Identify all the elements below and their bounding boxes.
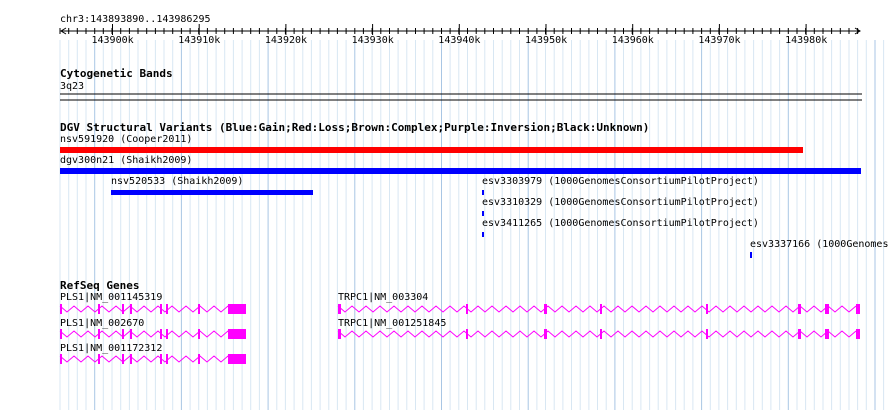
gene-exon[interactable] [98, 304, 100, 314]
ruler-tick-label: 143930k [351, 35, 394, 46]
gene-exon[interactable] [228, 354, 246, 364]
gene-exon[interactable] [198, 354, 200, 364]
gene-exon[interactable] [544, 329, 547, 339]
refseq-track-title: RefSeq Genes [60, 279, 140, 292]
gene-exon[interactable] [166, 329, 168, 339]
gene-exon[interactable] [466, 304, 468, 314]
gene-exon[interactable] [166, 354, 168, 364]
gene-exon[interactable] [338, 329, 341, 339]
gene-exon[interactable] [60, 354, 62, 364]
ruler-tick-label: 143980k [785, 35, 828, 46]
gene-exon[interactable] [600, 304, 602, 314]
cytoband-track [60, 93, 862, 101]
gene-exon[interactable] [825, 329, 829, 339]
gene-pls1-nm002670[interactable] [59, 329, 246, 339]
dgv-feature-esv3303979[interactable] [482, 190, 484, 195]
ruler-tick-label: 143970k [698, 35, 741, 46]
refseq-track[interactable] [59, 304, 860, 364]
dgv-feature-esv3411265[interactable] [482, 232, 484, 237]
gene-exon[interactable] [228, 329, 246, 339]
ruler-location: chr3:143893890..143986295 [60, 14, 211, 25]
cytoband-track-title: Cytogenetic Bands [60, 67, 173, 80]
gene-exon[interactable] [856, 329, 860, 339]
gene-exon[interactable] [60, 304, 62, 314]
gene-exon[interactable] [160, 329, 162, 339]
gene-exon[interactable] [228, 304, 246, 314]
gene-exon[interactable] [856, 304, 860, 314]
gene-exon[interactable] [122, 304, 124, 314]
dgv-feature-esv3337166[interactable] [750, 252, 752, 258]
gene-exon[interactable] [544, 304, 547, 314]
gene-exon[interactable] [98, 329, 100, 339]
ruler-tick-label: 143920k [264, 35, 308, 46]
gene-label-pls1-nm002670[interactable]: PLS1|NM_002670 [60, 318, 144, 330]
dgv-track-title: DGV Structural Variants (Blue:Gain;Red:L… [60, 121, 650, 134]
gene-label-pls1-nm001145319[interactable]: PLS1|NM_001145319 [60, 292, 162, 304]
gene-label-pls1-nm001172312[interactable]: PLS1|NM_001172312 [60, 343, 162, 355]
gene-trpc1-nm001251845[interactable] [337, 329, 860, 339]
dgv-feature-nsv520533[interactable] [111, 190, 313, 195]
gene-exon[interactable] [600, 329, 602, 339]
gene-exon[interactable] [122, 329, 124, 339]
gene-exon[interactable] [60, 329, 62, 339]
gene-exon[interactable] [98, 354, 100, 364]
gene-exon[interactable] [798, 304, 801, 314]
dgv-feature-nsv591920[interactable] [60, 147, 803, 153]
gene-intron-line [59, 355, 243, 363]
gene-pls1-nm001172312[interactable] [59, 354, 246, 364]
dgv-label-esv3310329[interactable]: esv3310329 (1000GenomesConsortiumPilotPr… [482, 197, 759, 209]
ruler-tick-label: 143940k [438, 35, 481, 46]
dgv-feature-dgv300n21[interactable] [60, 168, 861, 174]
gene-intron-line [59, 330, 243, 338]
gene-exon[interactable] [338, 304, 341, 314]
gene-exon[interactable] [798, 329, 801, 339]
ruler-tick-label: 143910k [178, 35, 221, 46]
dgv-label-dgv300n21[interactable]: dgv300n21 (Shaikh2009) [60, 155, 192, 167]
gene-label-trpc1-nm003304[interactable]: TRPC1|NM_003304 [338, 292, 428, 304]
gene-intron-line [59, 305, 243, 313]
gene-exon[interactable] [122, 354, 124, 364]
gene-exon[interactable] [130, 354, 132, 364]
gene-exon[interactable] [198, 329, 200, 339]
ruler-tick-label: 143900k [91, 35, 134, 46]
gene-exon[interactable] [160, 354, 162, 364]
gene-label-trpc1-nm001251845[interactable]: TRPC1|NM_001251845 [338, 318, 446, 330]
dgv-label-esv3303979[interactable]: esv3303979 (1000GenomesConsortiumPilotPr… [482, 176, 759, 188]
gene-exon[interactable] [706, 304, 708, 314]
gene-exon[interactable] [825, 304, 829, 314]
ruler-tick-label: 143960k [611, 35, 654, 46]
dgv-label-esv3337166[interactable]: esv3337166 (1000Genomes( [750, 239, 890, 251]
dgv-label-nsv520533[interactable]: nsv520533 (Shaikh2009) [111, 176, 243, 188]
gene-exon[interactable] [160, 304, 162, 314]
gene-exon[interactable] [166, 304, 168, 314]
dgv-label-esv3411265[interactable]: esv3411265 (1000GenomesConsortiumPilotPr… [482, 218, 759, 230]
ruler-tick-label: 143950k [525, 35, 568, 46]
gene-exon[interactable] [198, 304, 200, 314]
cytoband-label: 3q23 [60, 81, 85, 92]
gene-exon[interactable] [130, 304, 132, 314]
gene-exon[interactable] [706, 329, 708, 339]
gene-exon[interactable] [130, 329, 132, 339]
background-gridlines [59, 40, 885, 410]
dgv-label-nsv591920[interactable]: nsv591920 (Cooper2011) [60, 134, 192, 146]
gene-trpc1-nm003304[interactable] [337, 304, 860, 314]
dgv-feature-esv3310329[interactable] [482, 211, 484, 216]
gene-pls1-nm001145319[interactable] [59, 304, 246, 314]
gene-exon[interactable] [466, 329, 468, 339]
